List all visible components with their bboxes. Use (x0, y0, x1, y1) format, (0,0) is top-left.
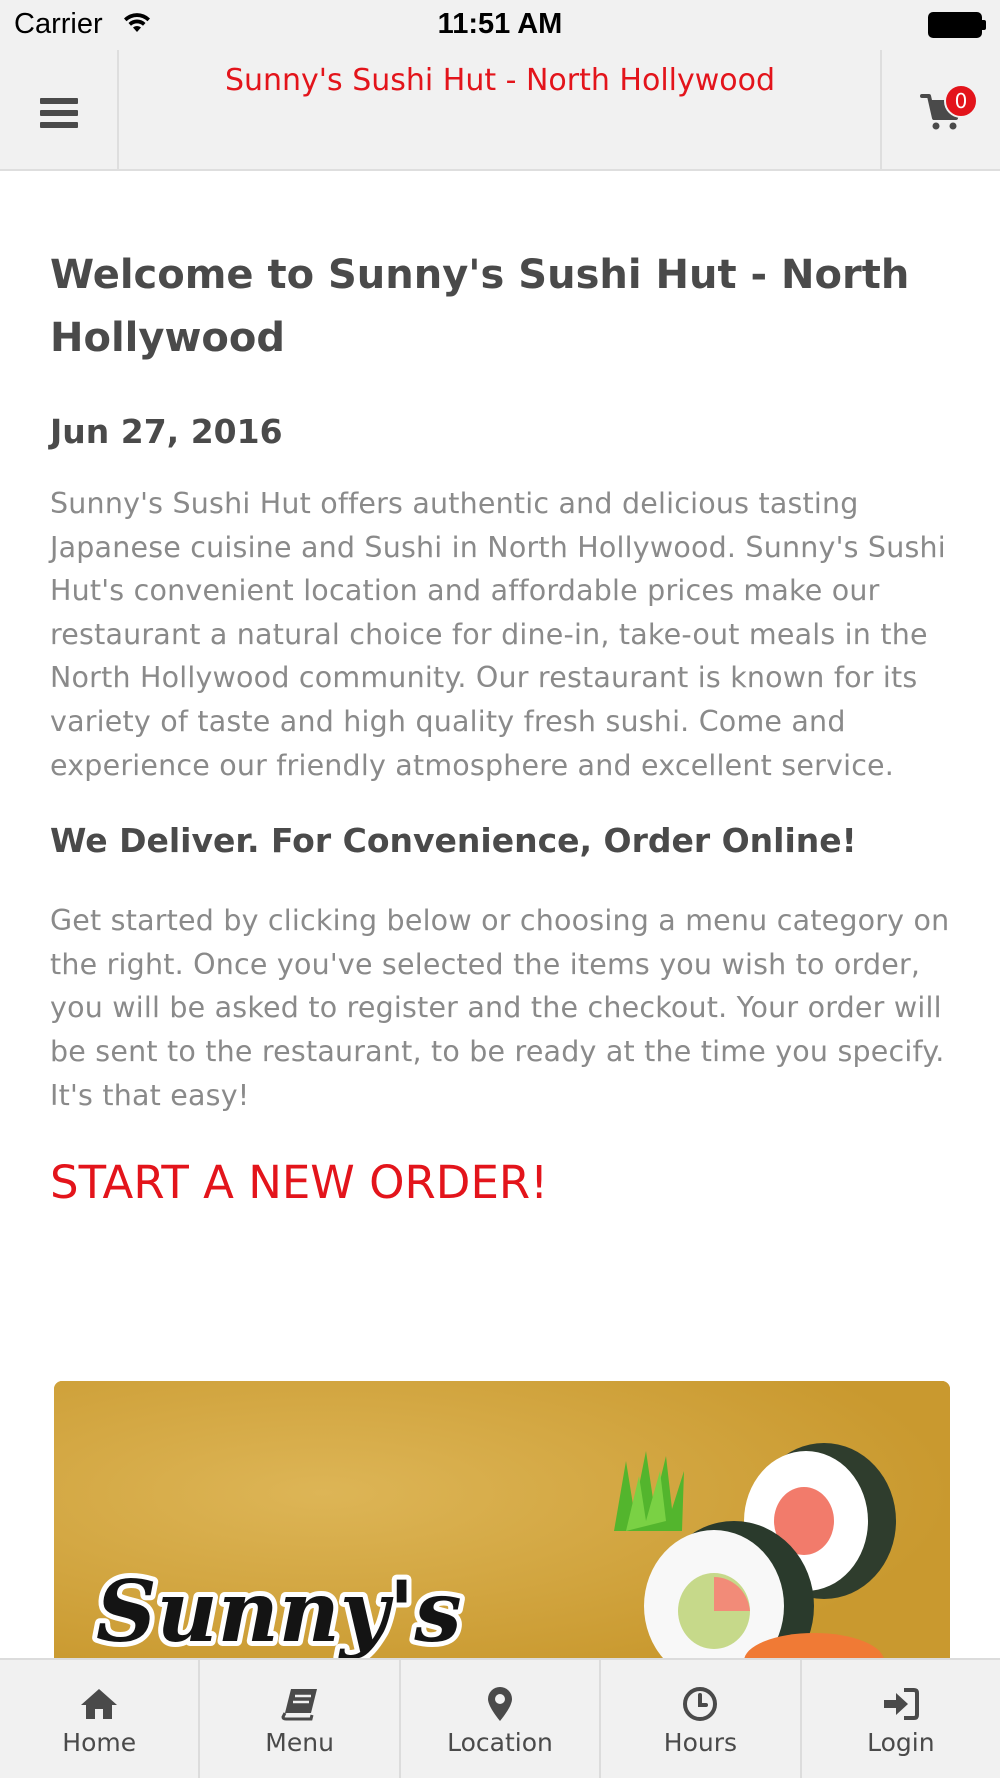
tab-label: Home (62, 1728, 137, 1757)
status-bar: Carrier 11:51 AM (0, 0, 1000, 50)
tab-label: Menu (265, 1728, 334, 1757)
app-header: Sunny's Sushi Hut - North Hollywood 0 (0, 50, 1000, 171)
post-date: Jun 27, 2016 (50, 412, 283, 451)
start-new-order-link[interactable]: START A NEW ORDER! (50, 1155, 548, 1211)
instructions-paragraph: Get started by clicking below or choosin… (50, 904, 950, 1112)
site-title[interactable]: Sunny's Sushi Hut - North Hollywood (121, 63, 879, 98)
main-content: Welcome to Sunny's Sushi Hut - North Hol… (50, 244, 955, 1211)
bottom-tab-bar: Home Menu Location Hours Login (0, 1658, 1000, 1778)
cart-count-badge: 0 (944, 84, 978, 118)
book-icon (281, 1686, 319, 1722)
welcome-heading: Welcome to Sunny's Sushi Hut - North Hol… (50, 252, 910, 361)
clock-icon (682, 1686, 718, 1722)
deliver-heading: We Deliver. For Convenience, Order Onlin… (50, 821, 857, 861)
tab-home[interactable]: Home (0, 1660, 201, 1778)
map-marker-icon (487, 1686, 513, 1722)
home-icon (79, 1686, 119, 1722)
logo-text: Sunny's (96, 1562, 462, 1661)
clock-time: 11:51 AM (437, 8, 563, 40)
tab-label: Location (447, 1728, 553, 1757)
cart-button[interactable]: 0 (880, 50, 1000, 169)
tab-label: Hours (663, 1728, 738, 1757)
tab-menu[interactable]: Menu (200, 1660, 401, 1778)
tab-hours[interactable]: Hours (601, 1660, 802, 1778)
tab-login[interactable]: Login (802, 1660, 1000, 1778)
restaurant-banner-image: Sunny's Sunny's (54, 1381, 950, 1661)
tab-location[interactable]: Location (401, 1660, 602, 1778)
hamburger-icon (40, 98, 78, 104)
tab-label: Login (867, 1728, 935, 1757)
battery-icon (928, 12, 986, 38)
intro-paragraph: Sunny's Sushi Hut offers authentic and d… (50, 487, 946, 782)
sign-in-icon (882, 1686, 920, 1722)
hamburger-menu-button[interactable] (0, 50, 119, 169)
